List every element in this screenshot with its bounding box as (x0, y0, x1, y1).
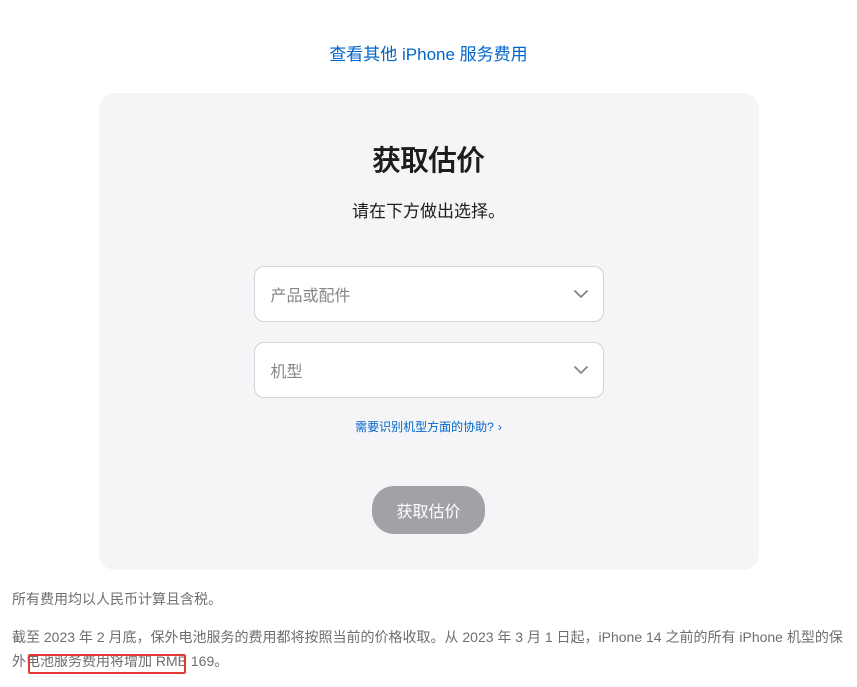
card-title: 获取估价 (139, 139, 719, 179)
card-subtitle: 请在下方做出选择。 (139, 197, 719, 222)
help-link-label: 需要识别机型方面的协助? (355, 420, 494, 434)
view-other-fees-link[interactable]: 查看其他 iPhone 服务费用 (329, 45, 527, 64)
identify-model-help-link[interactable]: 需要识别机型方面的协助? › (355, 420, 502, 434)
product-select-wrapper: 产品或配件 (254, 266, 604, 322)
chevron-right-icon: › (498, 420, 502, 434)
tax-note: 所有费用均以人民币计算且含税。 (12, 588, 845, 612)
footer-notes: 所有费用均以人民币计算且含税。 截至 2023 年 2 月底，保外电池服务的费用… (0, 588, 857, 673)
model-select-wrapper: 机型 (254, 342, 604, 398)
model-select[interactable]: 机型 (254, 342, 604, 398)
product-select[interactable]: 产品或配件 (254, 266, 604, 322)
price-change-note: 截至 2023 年 2 月底，保外电池服务的费用都将按照当前的价格收取。从 20… (12, 626, 845, 674)
help-link-row: 需要识别机型方面的协助? › (139, 418, 719, 436)
top-link-row: 查看其他 iPhone 服务费用 (0, 0, 857, 93)
get-estimate-button[interactable]: 获取估价 (372, 486, 484, 534)
estimate-card: 获取估价 请在下方做出选择。 产品或配件 机型 需要识别机型方面的协助? › 获取… (99, 93, 759, 570)
price-note-wrapper: 截至 2023 年 2 月底，保外电池服务的费用都将按照当前的价格收取。从 20… (12, 626, 845, 674)
